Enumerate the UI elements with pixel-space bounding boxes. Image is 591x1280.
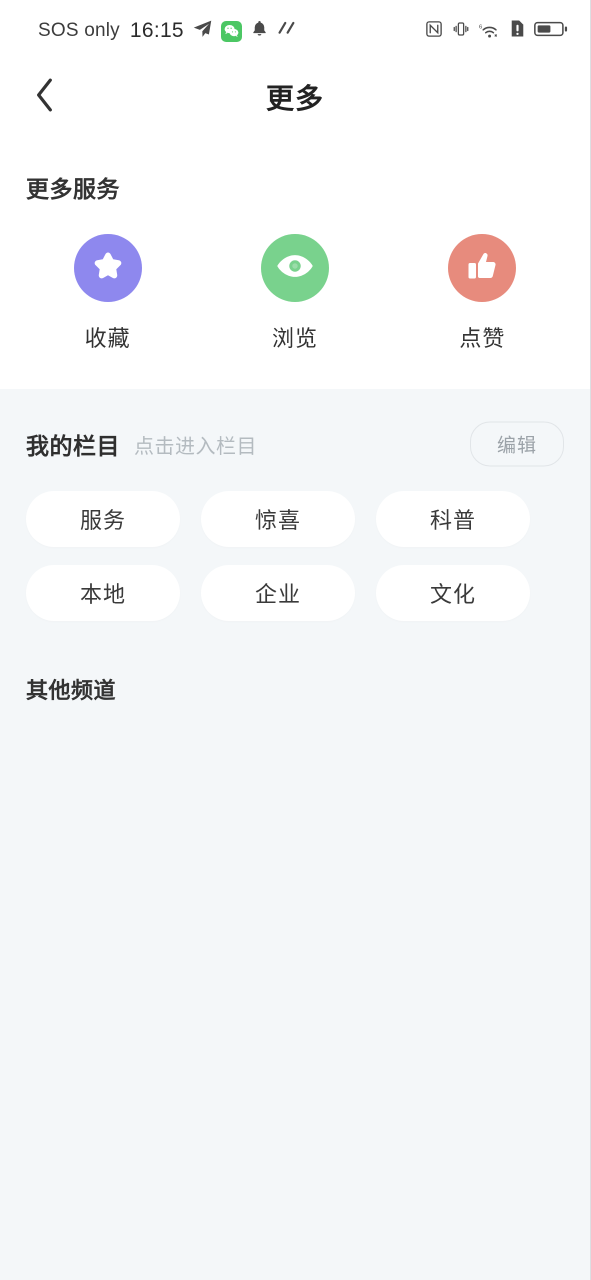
back-button[interactable] bbox=[22, 74, 68, 120]
sim-alert-icon bbox=[510, 19, 525, 43]
star-icon bbox=[90, 248, 126, 289]
page-title: 更多 bbox=[265, 83, 324, 114]
vibrate-icon bbox=[452, 20, 470, 43]
status-bar-left: SOS only 16:15 bbox=[38, 18, 298, 44]
other-channels-title: 其他频道 bbox=[26, 678, 117, 703]
my-columns-title: 我的栏目 bbox=[26, 433, 120, 459]
swipe-gesture-icon bbox=[277, 19, 298, 43]
wifi-6-icon: 6 bbox=[479, 22, 501, 40]
my-columns-hint: 点击进入栏目 bbox=[134, 435, 257, 458]
column-chip[interactable]: 企业 bbox=[201, 565, 355, 621]
status-bar-right: 6 bbox=[425, 19, 568, 43]
my-columns-header: 我的栏目 点击进入栏目 编辑 bbox=[26, 421, 564, 467]
service-item-browse[interactable]: 浏览 bbox=[201, 234, 388, 353]
chevron-left-icon bbox=[34, 78, 56, 117]
favorites-icon-circle bbox=[73, 234, 142, 302]
column-chip[interactable]: 科普 bbox=[376, 491, 530, 547]
carrier-label: SOS only bbox=[38, 20, 120, 41]
service-grid: 收藏 浏览 点赞 bbox=[0, 234, 590, 353]
bell-icon bbox=[250, 19, 269, 43]
service-item-favorites[interactable]: 收藏 bbox=[14, 234, 201, 353]
column-chip[interactable]: 惊喜 bbox=[201, 491, 355, 547]
more-services-title: 更多服务 bbox=[26, 176, 120, 202]
phone-screen: SOS only 16:15 6 更多 更多服务 收藏 浏览 点赞 我的栏目 点… bbox=[0, 0, 591, 1280]
telegram-send-icon bbox=[192, 18, 213, 44]
eye-icon bbox=[275, 251, 315, 286]
more-services-section: 更多服务 收藏 浏览 点赞 bbox=[0, 132, 590, 389]
status-bar: SOS only 16:15 6 bbox=[0, 0, 590, 62]
page-header: 更多 bbox=[0, 62, 590, 132]
column-chip-grid: 服务 惊喜 科普 本地 企业 文化 bbox=[26, 491, 564, 621]
service-label: 收藏 bbox=[84, 326, 131, 351]
likes-icon-circle bbox=[448, 234, 517, 302]
nfc-icon bbox=[425, 20, 443, 43]
battery-icon bbox=[534, 20, 568, 43]
column-chip[interactable]: 文化 bbox=[376, 565, 530, 621]
service-item-likes[interactable]: 点赞 bbox=[389, 234, 576, 353]
column-chip[interactable]: 服务 bbox=[26, 491, 180, 547]
my-columns-section: 我的栏目 点击进入栏目 编辑 服务 惊喜 科普 本地 企业 文化 其他频道 bbox=[0, 389, 590, 705]
service-label: 浏览 bbox=[271, 326, 318, 351]
clock-label: 16:15 bbox=[129, 19, 184, 42]
wechat-icon bbox=[220, 20, 242, 42]
thumbs-up-icon bbox=[464, 248, 500, 289]
service-label: 点赞 bbox=[459, 326, 506, 351]
svg-text:6: 6 bbox=[479, 24, 483, 30]
browse-icon-circle bbox=[260, 234, 329, 302]
edit-button[interactable]: 编辑 bbox=[469, 421, 564, 467]
column-chip[interactable]: 本地 bbox=[26, 565, 180, 621]
